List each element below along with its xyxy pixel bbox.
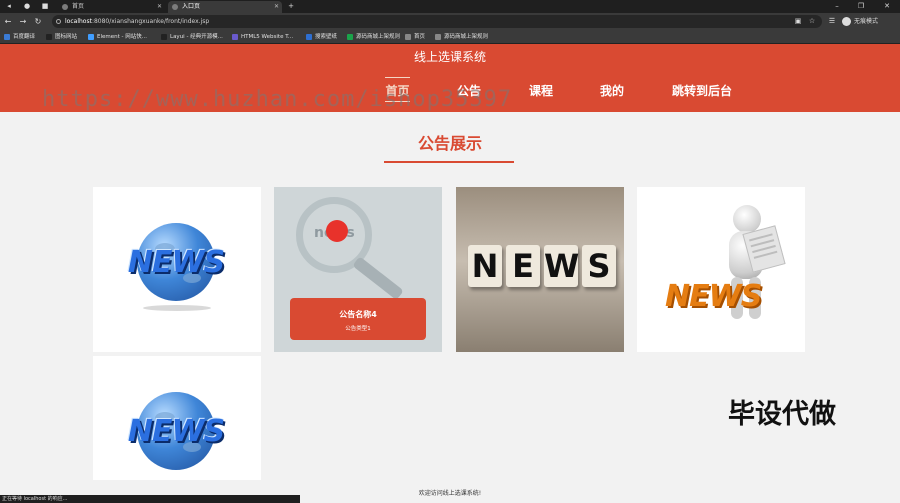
bookmark-icon	[435, 34, 441, 40]
bookmark-item[interactable]: 百度翻译	[4, 32, 35, 42]
notice-card[interactable]: NEWS	[93, 356, 261, 480]
bookmark-label: HTML5 Website T...	[241, 34, 294, 40]
tab-search-icon[interactable]: ◂	[4, 2, 14, 11]
dice-letter: S	[582, 245, 616, 287]
bookmark-icon	[4, 34, 10, 40]
bookmark-icon	[88, 34, 94, 40]
browser-status-bar: 正在等待 localhost 的响应...	[0, 495, 300, 503]
bookmark-icon	[161, 34, 167, 40]
bookmark-label: 百度翻译	[13, 34, 36, 40]
incognito-profile[interactable]: 无痕模式	[842, 16, 878, 27]
bookmark-star-icon[interactable]: ☆	[808, 17, 816, 25]
newspaper-line	[753, 250, 778, 259]
bookmark-item[interactable]: HTML5 Website T...	[232, 32, 293, 42]
bookmark-label: 搜索壁纸	[315, 34, 338, 40]
bookmark-item[interactable]: 首页	[405, 32, 425, 42]
minimize-icon[interactable]: –	[828, 0, 846, 13]
translate-icon[interactable]: ▣	[794, 17, 802, 25]
tab-entry[interactable]: 入口页 ✕	[168, 1, 282, 13]
tab-home[interactable]: 首页 ✕	[58, 1, 165, 13]
new-tab-icon[interactable]: +	[286, 2, 296, 11]
tab-window-icon[interactable]: ■	[40, 2, 50, 11]
back-icon[interactable]: ←	[3, 16, 13, 27]
notice-card[interactable]: NEWS	[93, 187, 261, 352]
web-page: 线上选课系统 首页 公告 课程 我的 跳转到后台 公告展示 NEWS news …	[0, 44, 900, 503]
corner-watermark: 毕设代做	[728, 399, 836, 430]
bookmark-icon	[405, 34, 411, 40]
bookmark-label: Layui - 经典开源模...	[170, 34, 223, 40]
bookmark-label: 首页	[414, 34, 426, 40]
url-watermark: https://www.huzhan.com/ishop35397	[42, 87, 513, 112]
nav-active-topline	[385, 77, 410, 78]
close-icon[interactable]: ✕	[274, 1, 279, 13]
url-field[interactable]: localhost:8080/xianshangxuanke/front/ind…	[52, 15, 822, 28]
bookmark-item[interactable]: 源码商城上架规则	[435, 32, 488, 42]
tab-favicon-icon	[62, 4, 68, 10]
bookmark-icon	[46, 34, 52, 40]
bookmark-label: 图标网站	[55, 34, 78, 40]
bookmark-item[interactable]: 搜索壁纸	[306, 32, 337, 42]
bookmark-icon	[347, 34, 353, 40]
tab-entry-label: 入口页	[182, 3, 201, 10]
dice-letter: W	[544, 245, 580, 287]
notice-card[interactable]: NEWS	[637, 187, 805, 352]
bookmark-label: Element - 网站快...	[97, 34, 147, 40]
bookmark-item[interactable]: 源码商城上架规则	[347, 32, 400, 42]
restore-icon[interactable]: ❐	[852, 0, 870, 13]
globe-shadow	[143, 305, 211, 311]
site-info-icon[interactable]	[56, 19, 61, 24]
bookmark-label: 源码商城上架规则	[444, 34, 489, 40]
section-title: 公告展示	[417, 134, 482, 153]
extensions-icon[interactable]: ☰	[828, 17, 836, 25]
news-image-text: NEWS	[127, 245, 225, 280]
cursor-click-indicator	[326, 220, 348, 242]
incognito-label: 无痕模式	[854, 18, 879, 25]
notice-card[interactable]: N E W S	[456, 187, 624, 352]
bookmark-label: 源码商城上架规则	[356, 34, 401, 40]
reload-icon[interactable]: ↻	[33, 16, 43, 27]
tab-home-label: 首页	[72, 3, 85, 10]
bookmark-item[interactable]: Layui - 经典开源模...	[161, 32, 223, 42]
news-image-text: NEWS	[127, 414, 225, 449]
url-path: :8080/xianshangxuanke/front/index.jsp	[91, 18, 210, 25]
window-close-icon[interactable]: ✕	[878, 0, 896, 13]
close-icon[interactable]: ✕	[157, 1, 162, 13]
nav-item-mine[interactable]: 我的	[599, 82, 625, 99]
section-title-underline	[384, 161, 514, 163]
man-news-image	[733, 205, 761, 233]
nav-item-admin[interactable]: 跳转到后台	[671, 82, 733, 99]
incognito-icon	[842, 17, 851, 26]
site-title: 线上选课系统	[413, 50, 486, 64]
bookmark-icon	[306, 34, 312, 40]
magnifier-handle	[352, 256, 404, 301]
bookmark-item[interactable]: 图标网站	[46, 32, 77, 42]
tab-favicon-icon	[172, 4, 178, 10]
bookmark-icon	[232, 34, 238, 40]
bookmark-item[interactable]: Element - 网站快...	[88, 32, 147, 42]
address-toolbar: ← → ↻ localhost:8080/xianshangxuanke/fro…	[0, 13, 900, 30]
notice-type: 公告类型1	[345, 326, 371, 332]
notice-card[interactable]: news 公告名称4 公告类型1	[274, 187, 442, 352]
forward-icon[interactable]: →	[18, 16, 28, 27]
browser-tab-bar: ◂ ● ■ 首页 ✕ 入口页 ✕ + – ❐ ✕	[0, 0, 900, 13]
dice-letter: N	[468, 245, 502, 287]
news-image-text: NEWS	[665, 279, 762, 314]
dice-letter: E	[506, 245, 540, 287]
notice-title: 公告名称4	[339, 310, 377, 319]
notice-overlay[interactable]: 公告名称4 公告类型1	[290, 298, 426, 340]
url-host: localhost	[65, 18, 92, 25]
tab-group-icon[interactable]: ●	[22, 2, 32, 11]
nav-item-courses[interactable]: 课程	[528, 82, 554, 99]
bookmarks-bar: 百度翻译 图标网站 Element - 网站快... Layui - 经典开源模…	[0, 30, 900, 44]
